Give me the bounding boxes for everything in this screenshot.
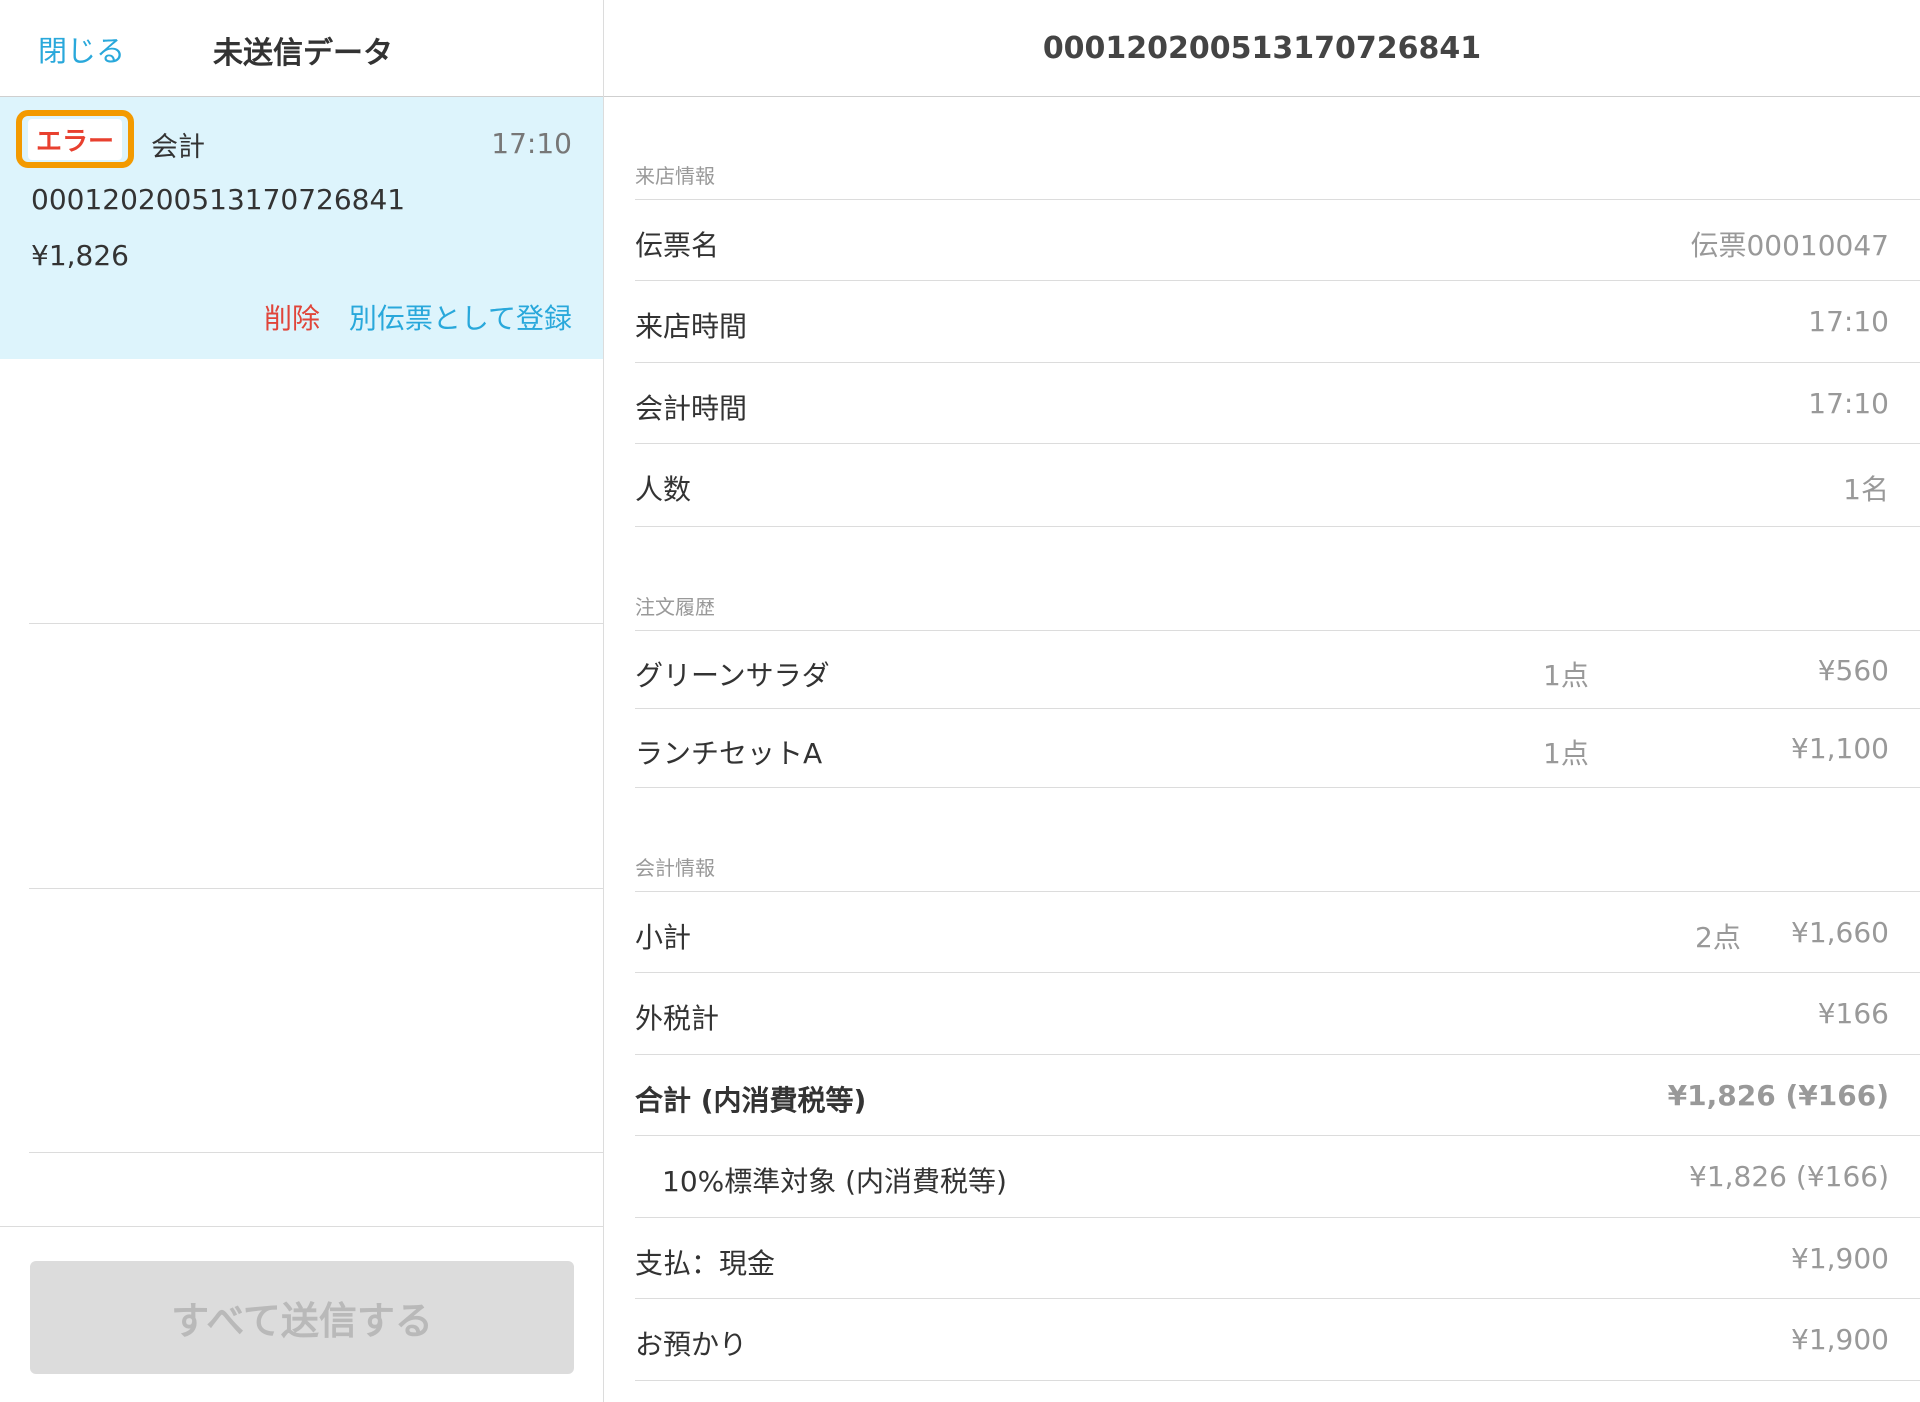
- payment-row-subtotal: 小計 2点 ¥1,660: [635, 891, 1920, 973]
- row-label: 会計時間: [635, 392, 748, 425]
- register-as-separate-slip-button[interactable]: 別伝票として登録: [349, 297, 572, 337]
- record-amount: ¥1,826: [31, 239, 129, 272]
- left-title: 未送信データ: [213, 36, 393, 71]
- list-divider: [29, 888, 603, 889]
- row-value: ¥560: [1817, 654, 1889, 687]
- right-header: 00012020051317072684​1: [604, 0, 1920, 97]
- payment-row-deposit: お預かり ¥1,900: [635, 1299, 1920, 1381]
- row-value: ¥1,826 (¥166): [1689, 1160, 1889, 1193]
- left-header: 閉じる 未送信データ: [0, 0, 603, 97]
- delete-button[interactable]: 削除: [264, 297, 320, 337]
- visit-info-section-label: 来店情報: [635, 164, 715, 188]
- row-label: グリーンサラダ: [635, 659, 830, 692]
- payment-row-cash: 支払：現金 ¥1,900: [635, 1218, 1920, 1299]
- visit-row-checkout-time: 会計時間 17:10: [635, 363, 1920, 444]
- payment-row-tax: 外税計 ¥166: [635, 973, 1920, 1055]
- error-badge-highlight: エラー: [16, 110, 134, 168]
- row-label: 来店時間: [635, 310, 748, 343]
- row-value: ¥1,660: [1791, 916, 1889, 949]
- row-value: ¥1,100: [1791, 732, 1889, 765]
- payment-info-section-label: 会計情報: [635, 856, 715, 880]
- visit-row-visit-time: 来店時間 17:10: [635, 281, 1920, 363]
- row-label: 支払：現金: [635, 1247, 776, 1280]
- visit-row-slip-name: 伝票名 伝票00010047: [635, 199, 1920, 281]
- row-label: 伝票名: [635, 229, 720, 262]
- row-value: 1名: [1843, 473, 1889, 506]
- app-window: 閉じる 未送信データ エラー 会計 17:10 0001202005131707…: [0, 0, 1920, 1402]
- record-id: 00012020051317072684​1: [31, 183, 406, 216]
- row-value: ¥166: [1817, 997, 1889, 1030]
- record-time: 17:10: [491, 127, 572, 160]
- row-label: お預かり: [635, 1328, 748, 1361]
- row-value: ¥1,826 (¥166): [1667, 1079, 1889, 1112]
- unsent-data-pane: 閉じる 未送信データ エラー 会計 17:10 0001202005131707…: [0, 0, 604, 1402]
- list-divider: [29, 1152, 603, 1153]
- send-all-button[interactable]: すべて送信する: [30, 1261, 574, 1374]
- list-divider: [29, 623, 603, 624]
- left-footer: すべて送信する: [0, 1226, 603, 1402]
- order-row: ランチセットA 1点 ¥1,100: [635, 709, 1920, 788]
- detail-title: 00012020051317072684​1: [1042, 30, 1482, 66]
- row-value: 17:10: [1808, 305, 1889, 338]
- row-quantity: 1点: [1543, 737, 1589, 770]
- order-row: グリーンサラダ 1点 ¥560: [635, 630, 1920, 709]
- row-value: ¥1,900: [1791, 1242, 1889, 1275]
- record-type: 会計: [151, 132, 205, 163]
- payment-row-total: 合計 (内消費税等) ¥1,826 (¥166): [635, 1055, 1920, 1136]
- unsent-record-item[interactable]: エラー 会計 17:10 00012020051317072684​1 ¥1,8…: [0, 97, 603, 359]
- visit-row-guests: 人数 1名: [635, 444, 1920, 527]
- row-value: 伝票00010047: [1690, 229, 1889, 262]
- row-label: ランチセットA: [635, 737, 823, 770]
- error-badge: エラー: [27, 118, 122, 160]
- close-button[interactable]: 閉じる: [38, 28, 125, 70]
- row-label: 人数: [635, 473, 692, 506]
- record-detail-pane: 00012020051317072684​1 来店情報 伝票名 伝票000100…: [604, 0, 1920, 1402]
- row-label: 10%標準対象 (内消費税等): [662, 1165, 1007, 1198]
- row-value: ¥1,900: [1791, 1323, 1889, 1356]
- row-label: 小計: [635, 921, 692, 954]
- row-label: 合計 (内消費税等): [635, 1084, 867, 1117]
- payment-row-tax-breakdown: 10%標準対象 (内消費税等) ¥1,826 (¥166): [635, 1136, 1920, 1218]
- order-history-section-label: 注文履歴: [635, 595, 715, 619]
- row-value: 17:10: [1808, 387, 1889, 420]
- row-quantity: 1点: [1543, 659, 1589, 692]
- row-quantity: 2点: [1695, 921, 1741, 954]
- row-label: 外税計: [635, 1002, 720, 1035]
